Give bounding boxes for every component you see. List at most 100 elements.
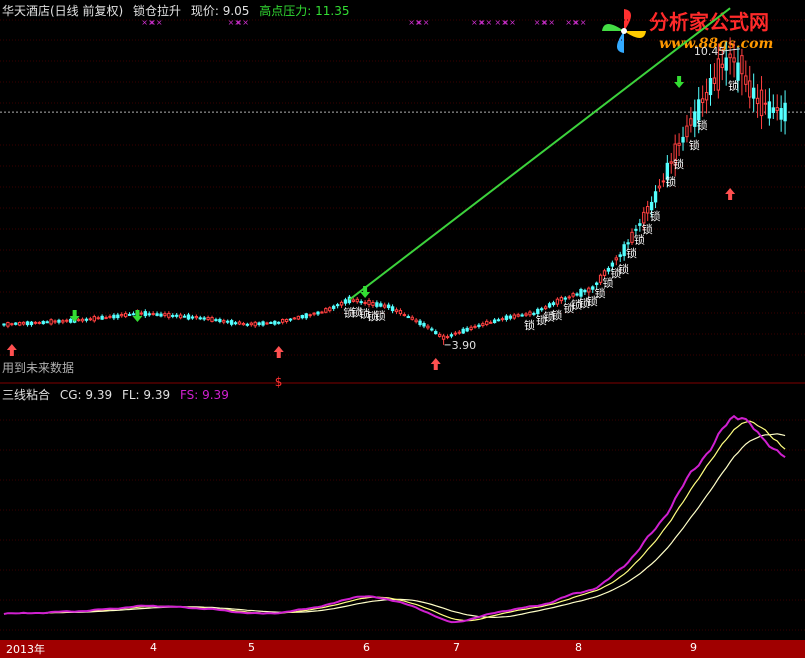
candle-body (147, 313, 151, 316)
candle-body (6, 321, 10, 327)
candle-body (21, 321, 26, 325)
lock-label: 锁 (626, 246, 637, 260)
future-data-note: 用到未来数据 (2, 361, 75, 375)
candle-body (434, 331, 438, 335)
candle-body (646, 206, 650, 214)
candle-body (587, 287, 591, 293)
candle-body (312, 312, 316, 315)
candle-body (638, 223, 642, 226)
candle-body (394, 309, 399, 313)
candle-body (84, 318, 89, 321)
candle-body (108, 315, 112, 318)
candle-body (516, 314, 520, 317)
candle-body (771, 107, 775, 113)
candle-body (748, 80, 752, 98)
candle-body (100, 315, 104, 320)
candle-body (57, 319, 61, 323)
date-label: 7 (453, 641, 460, 654)
candle-body (194, 316, 199, 319)
candle-body (280, 318, 285, 323)
candle-body (736, 62, 740, 81)
fs-line (3, 414, 786, 624)
candle-body (277, 321, 281, 324)
candle-body (175, 314, 179, 317)
sell-arrow-icon (360, 286, 371, 298)
candle-body (131, 313, 136, 316)
candle-body (500, 318, 505, 321)
trend-line (348, 7, 731, 301)
fs-value: FS: 9.39 (179, 388, 229, 402)
candle-body (143, 311, 147, 317)
candle-body (300, 315, 304, 319)
candle-body (367, 299, 371, 305)
candle-body (273, 320, 277, 325)
candle-body (693, 111, 697, 127)
fl-value: FL: 9.39 (121, 388, 171, 402)
candle-body (732, 57, 736, 63)
candle-body (414, 319, 418, 323)
candle-body (18, 321, 22, 326)
candle-body (45, 321, 49, 324)
candle-body (33, 321, 38, 324)
sub-chart-header: 三线粘合 CG: 9.39 FL: 9.39 FS: 9.39 (2, 386, 235, 403)
candle-body (237, 321, 242, 325)
buy-arrow-icon (430, 358, 441, 370)
fl-line (3, 420, 786, 622)
candle-body (626, 242, 630, 245)
lock-label: 锁 (673, 157, 684, 171)
candle-body (579, 288, 583, 297)
high-price-label: 10.45 (694, 45, 726, 58)
candle-body (253, 321, 257, 327)
candle-body (697, 99, 701, 121)
candle-body (288, 318, 293, 321)
candle-body (755, 97, 760, 105)
candle-body (2, 323, 6, 326)
candle-body (76, 319, 81, 322)
candle-body (61, 320, 65, 323)
candle-body (783, 102, 787, 122)
date-label: 5 (248, 641, 255, 654)
candle-body (222, 320, 226, 323)
cg-line (3, 433, 786, 619)
candle-body (96, 317, 100, 320)
candle-body (563, 297, 567, 300)
date-axis: 2013年 4 5 6 7 8 9 (0, 640, 805, 658)
candle-body (649, 201, 654, 211)
candle-body (69, 318, 73, 323)
candle-body (445, 336, 450, 339)
lock-label: 锁 (697, 118, 708, 132)
candle-body (571, 293, 575, 297)
candle-body (49, 319, 53, 325)
candle-body (547, 303, 552, 308)
candle-body (630, 231, 634, 243)
candle-body (80, 318, 85, 322)
candle-body (159, 313, 163, 317)
candle-body (508, 315, 513, 319)
candle-body (551, 302, 556, 306)
candle-body (171, 314, 175, 317)
candle-body (704, 92, 709, 101)
candle-body (469, 326, 473, 330)
candle-body (489, 321, 493, 324)
candle-body (642, 211, 646, 224)
candle-body (65, 319, 69, 322)
candle-body (116, 314, 120, 319)
candle-body (449, 334, 454, 337)
candle-body (29, 321, 34, 326)
date-label: 9 (690, 641, 697, 654)
candle-body (214, 319, 218, 322)
candle-body (339, 301, 344, 306)
candle-body (485, 320, 489, 326)
candle-body (139, 312, 144, 315)
candle-body (504, 315, 509, 320)
candle-body (163, 313, 167, 317)
candle-body (383, 304, 387, 308)
candle-body (661, 180, 666, 183)
candle-body (355, 298, 359, 303)
lock-label: 锁 (665, 175, 676, 189)
top-marker: ×× (416, 18, 429, 27)
candle-body (351, 299, 356, 302)
candle-body (512, 314, 516, 319)
candle-body (622, 244, 626, 257)
top-marker: ×× (149, 18, 162, 27)
